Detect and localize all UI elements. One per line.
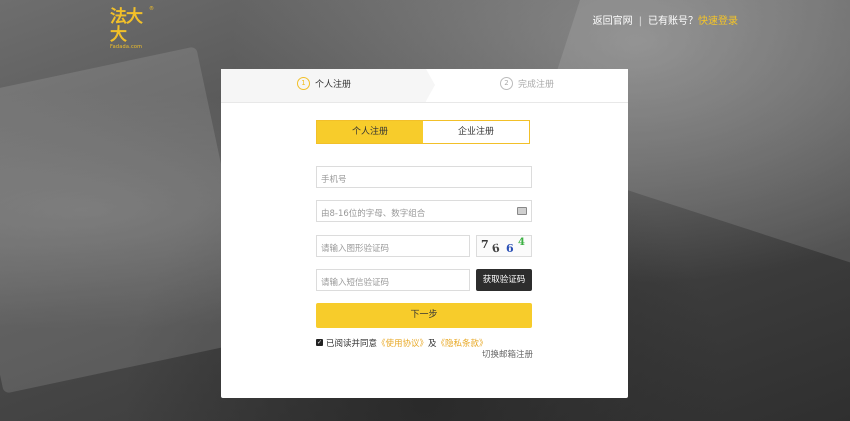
quick-login-link[interactable]: 快速登录 — [698, 16, 738, 27]
step-number-2: 2 — [500, 77, 513, 90]
logo-registered-mark: ® — [149, 6, 154, 12]
captcha-char-1: 7 — [481, 238, 489, 251]
agreement-row: ✓ 已阅读并同意《使用协议》及《隐私条款》 — [316, 339, 488, 350]
step-label-2: 完成注册 — [518, 80, 555, 90]
next-step-button[interactable]: 下一步 — [316, 303, 532, 328]
captcha-input[interactable] — [317, 239, 469, 259]
agreement-prefix: 已阅读并同意 — [326, 339, 378, 349]
step-label-1: 个人注册 — [315, 80, 352, 90]
terms-link[interactable]: 《使用协议》 — [377, 339, 428, 349]
nav-separator: | — [638, 16, 642, 27]
step-arrow-icon — [426, 69, 435, 101]
step-personal-register: 1 个人注册 — [297, 69, 351, 102]
have-account-text: 已有账号？ — [648, 16, 698, 27]
password-field — [316, 200, 532, 224]
step-complete-register: 2 完成注册 — [500, 69, 554, 102]
logo-text: 法大大 — [110, 7, 143, 45]
password-input[interactable] — [317, 204, 531, 224]
captcha-image[interactable]: 7 6 6 4 — [476, 235, 532, 257]
sms-code-input[interactable] — [317, 273, 469, 293]
privacy-link[interactable]: 《隐私条款》 — [437, 339, 488, 349]
register-card: 1个人注册 2完成注册 个人注册 企业注册 7 6 6 4 获取验证码 下一步 … — [221, 69, 628, 398]
phone-input[interactable] — [317, 170, 531, 190]
phone-field — [316, 166, 532, 190]
background-notebook — [0, 46, 259, 394]
captcha-char-4: 4 — [518, 237, 525, 248]
sms-code-field — [316, 269, 470, 293]
tab-enterprise-register[interactable]: 企业注册 — [423, 121, 529, 143]
back-home-link[interactable]: 返回官网 — [593, 16, 633, 27]
captcha-char-3: 6 — [506, 242, 514, 255]
captcha-char-2: 6 — [490, 241, 501, 256]
step-indicator: 1 个人注册 2 完成注册 — [221, 69, 628, 103]
fadada-logo[interactable]: 法大大 Fadada.com ® — [110, 6, 154, 50]
agreement-and: 及 — [428, 339, 437, 349]
captcha-field — [316, 235, 470, 259]
password-visibility-icon[interactable] — [517, 207, 527, 215]
logo-subtext: Fadada.com — [110, 44, 143, 50]
step-number-1: 1 — [297, 77, 310, 90]
agreement-checkbox[interactable]: ✓ — [316, 339, 323, 346]
switch-email-register-link[interactable]: 切换邮箱注册 — [482, 348, 533, 360]
register-type-tabs: 个人注册 企业注册 — [316, 120, 530, 144]
get-sms-code-button[interactable]: 获取验证码 — [476, 269, 532, 291]
tab-personal-register[interactable]: 个人注册 — [317, 121, 423, 143]
top-navigation: 返回官网 | 已有账号？快速登录 — [593, 12, 738, 27]
